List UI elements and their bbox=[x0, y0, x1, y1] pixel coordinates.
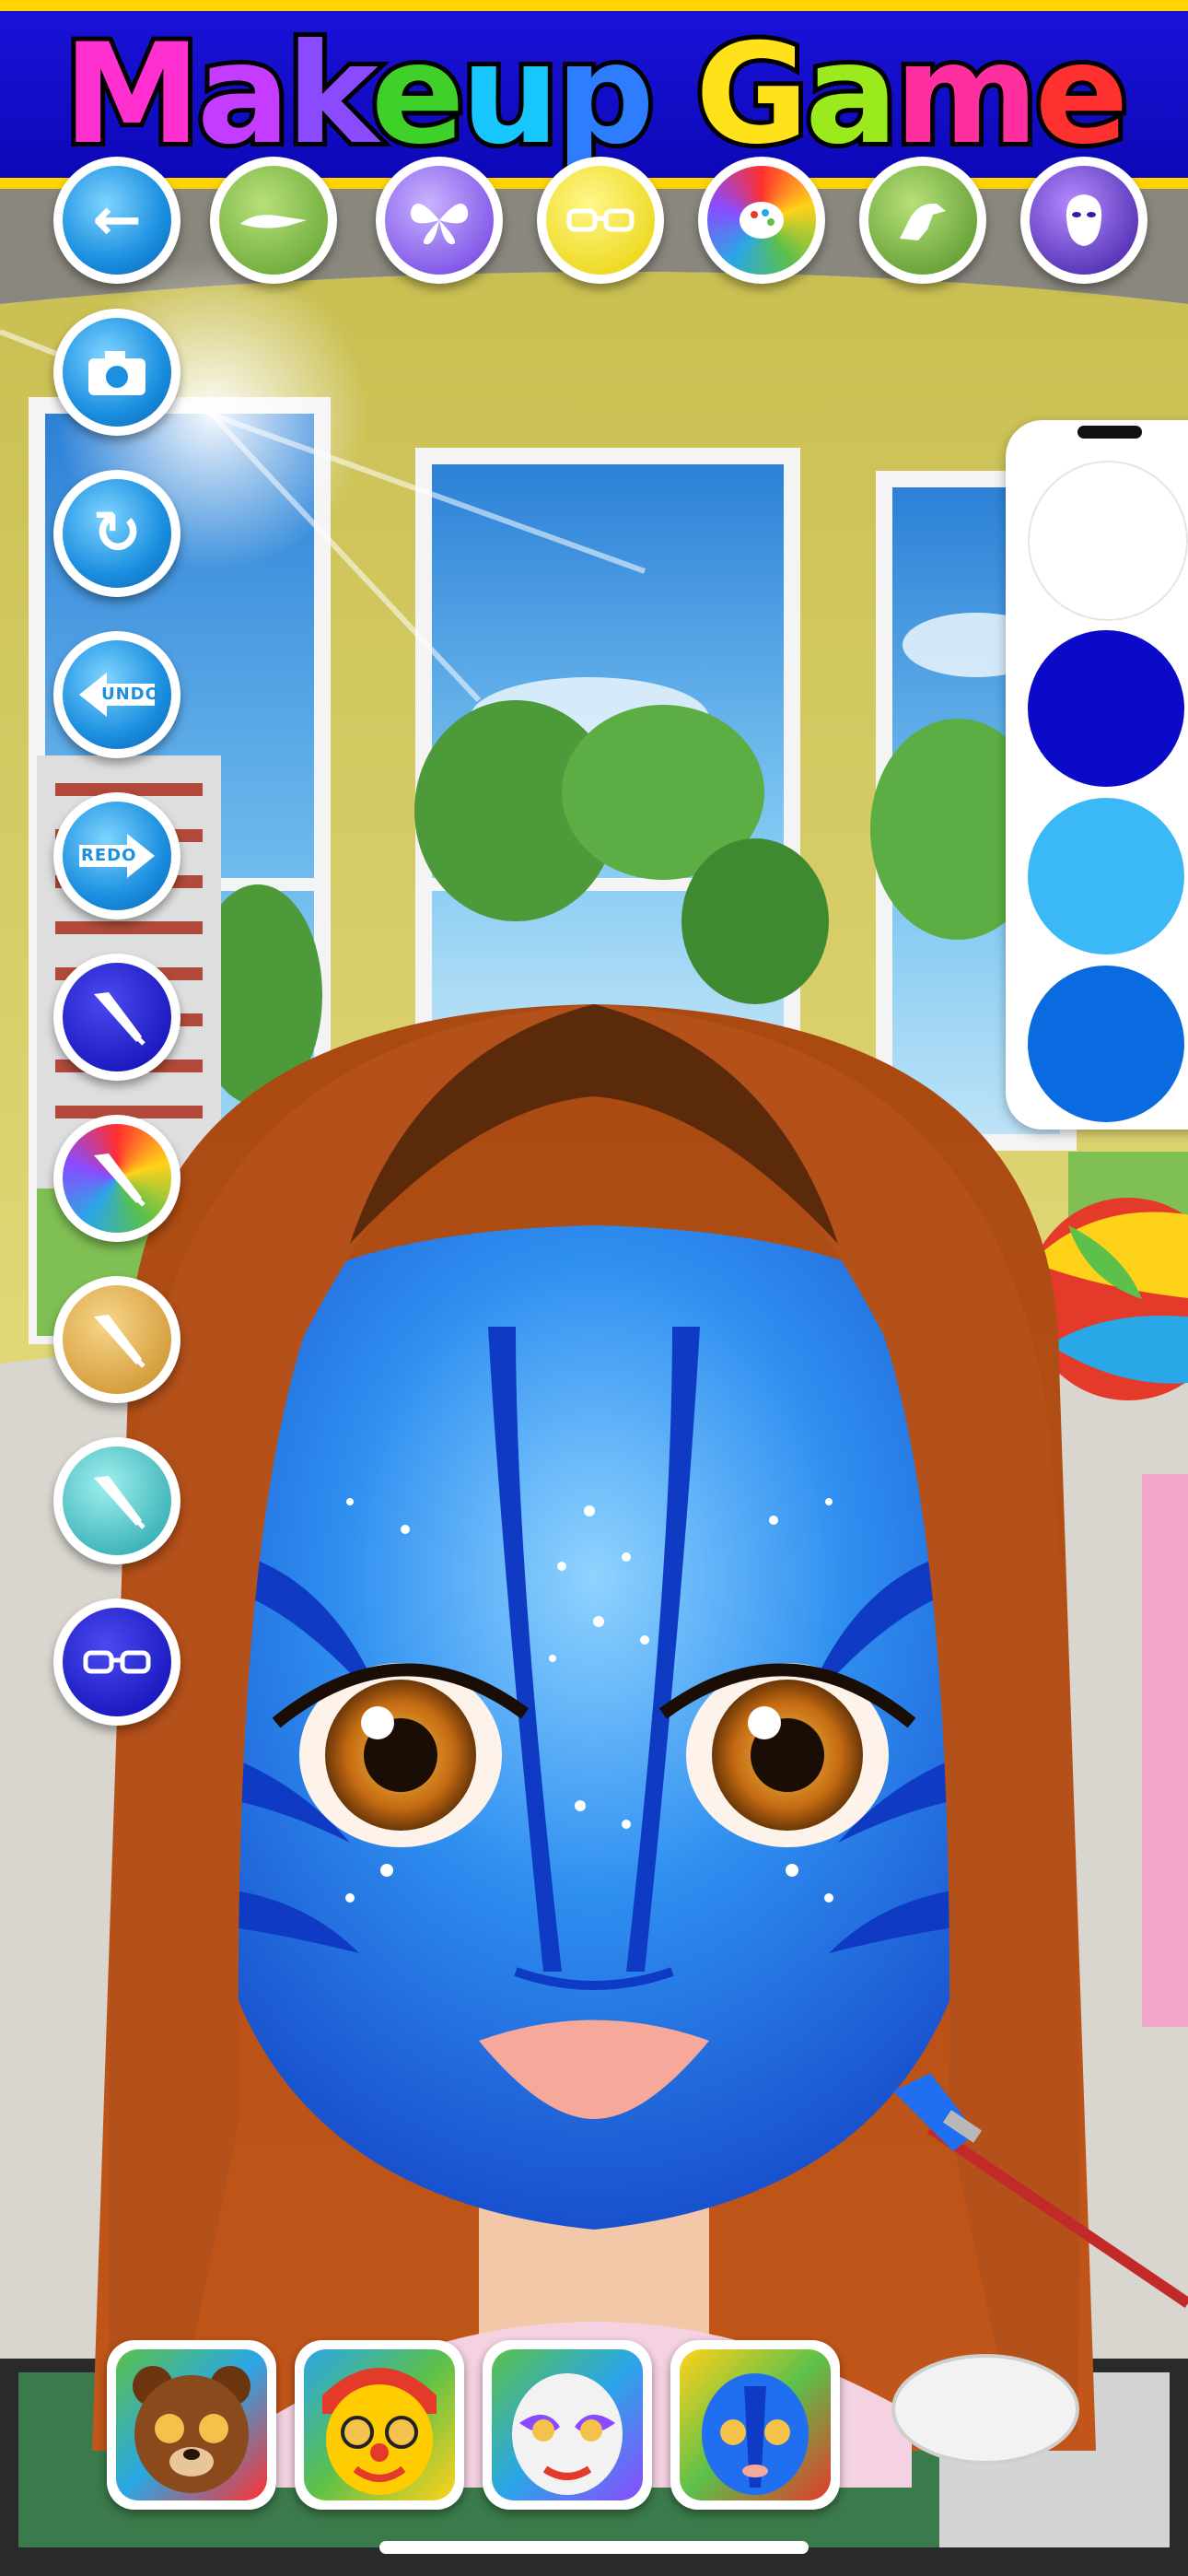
back-button[interactable]: ← bbox=[53, 157, 181, 284]
home-indicator[interactable] bbox=[379, 2541, 809, 2554]
brush-solid-button[interactable] bbox=[53, 954, 181, 1081]
undo-button[interactable]: UNDO bbox=[53, 631, 181, 758]
undo-label: UNDO bbox=[101, 685, 160, 704]
mask-icon bbox=[1066, 194, 1102, 246]
white-mask-face-thumbnail bbox=[512, 2373, 623, 2495]
color-palette-panel[interactable] bbox=[1006, 420, 1188, 1130]
glasses-tool-button[interactable] bbox=[53, 1598, 181, 1726]
color-swatch-dark-blue[interactable] bbox=[1028, 630, 1184, 787]
category-mask-button[interactable] bbox=[1020, 157, 1147, 284]
glasses-icon bbox=[566, 208, 635, 232]
clown-face-thumbnail bbox=[322, 2368, 437, 2495]
title-letter: M bbox=[59, 14, 205, 175]
category-glasses-button[interactable] bbox=[537, 157, 664, 284]
paintbrush-icon bbox=[94, 992, 146, 1046]
title-letter: u bbox=[457, 14, 565, 175]
title-letter: p bbox=[551, 14, 658, 175]
camera-icon bbox=[88, 351, 146, 395]
dinosaur-icon bbox=[900, 203, 946, 240]
redo-label: REDO bbox=[81, 846, 137, 865]
preset-bear-face-button[interactable] bbox=[107, 2340, 276, 2510]
title-letter bbox=[651, 15, 695, 175]
category-butterfly-button[interactable] bbox=[376, 157, 503, 284]
title-letter: m bbox=[890, 14, 1042, 175]
palette-scroll-handle[interactable] bbox=[1077, 426, 1142, 439]
brush-teal-glitter-button[interactable] bbox=[53, 1437, 181, 1564]
title-letter: k bbox=[282, 14, 379, 175]
title-letter: G bbox=[691, 14, 813, 175]
brush-gold-glitter-button[interactable] bbox=[53, 1276, 181, 1403]
butterfly-icon bbox=[410, 204, 469, 245]
redo-button[interactable]: REDO bbox=[53, 792, 181, 919]
category-paint-palette-button[interactable] bbox=[698, 157, 825, 284]
category-dinosaur-button[interactable] bbox=[859, 157, 986, 284]
color-swatch-white[interactable] bbox=[1028, 461, 1188, 621]
brush-rainbow-button[interactable] bbox=[53, 1115, 181, 1242]
title-letter: a bbox=[192, 14, 295, 175]
preset-clown-face-button[interactable] bbox=[295, 2340, 464, 2510]
title-letter: e bbox=[367, 14, 470, 175]
preset-white-mask-face-button[interactable] bbox=[483, 2340, 652, 2510]
blue-avatar-face-thumbnail bbox=[702, 2373, 809, 2495]
game-screen: Makeup Game ← ↻ UNDO REDO bbox=[0, 0, 1188, 2576]
paint-palette-icon bbox=[740, 202, 784, 239]
bear-face-thumbnail bbox=[133, 2366, 250, 2493]
title-letter: e bbox=[1031, 14, 1134, 175]
rainbow-brush-icon bbox=[94, 1153, 146, 1207]
refresh-icon: ↻ bbox=[92, 499, 142, 568]
game-title: Makeup Game bbox=[59, 21, 1134, 169]
camera-button[interactable] bbox=[53, 309, 181, 436]
glitter-brush-icon bbox=[94, 1476, 146, 1529]
left-arrow-icon: ← bbox=[92, 186, 142, 254]
crocodile-icon bbox=[240, 215, 307, 228]
reset-button[interactable]: ↻ bbox=[53, 470, 181, 597]
preset-blue-avatar-face-button[interactable] bbox=[670, 2340, 840, 2510]
glitter-brush-icon bbox=[94, 1315, 146, 1368]
color-swatch-blue[interactable] bbox=[1028, 966, 1184, 1122]
color-swatch-sky-blue[interactable] bbox=[1028, 798, 1184, 954]
category-crocodile-button[interactable] bbox=[210, 157, 337, 284]
glasses-icon bbox=[83, 1650, 151, 1674]
title-letter: a bbox=[800, 14, 903, 175]
